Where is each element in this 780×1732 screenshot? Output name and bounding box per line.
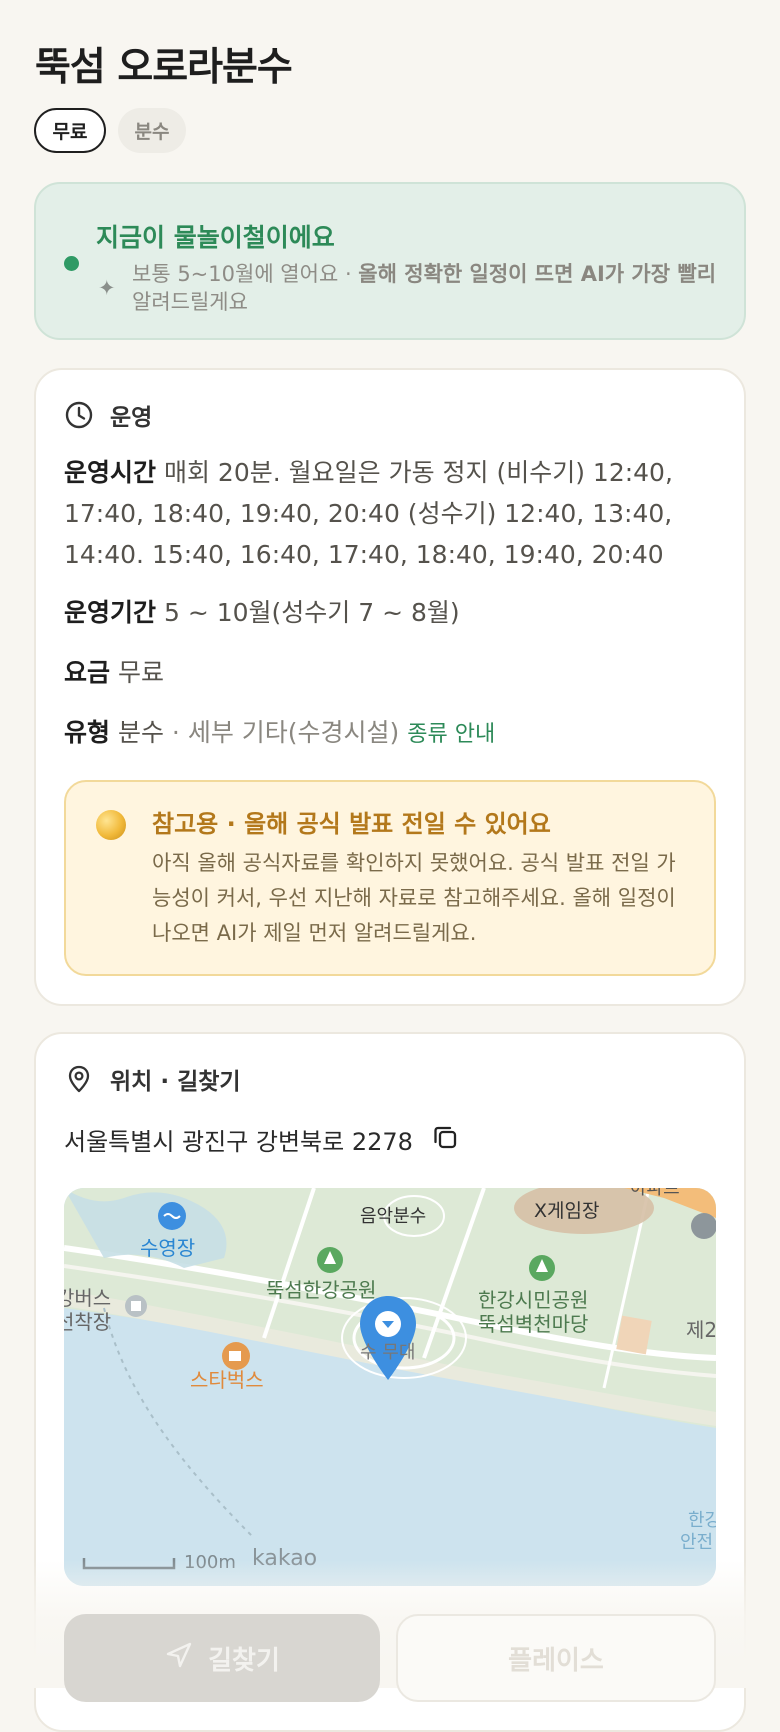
map-label-music-fountain: 음악분수 [360,1206,427,1227]
copy-icon[interactable] [431,1123,459,1157]
clock-icon [64,400,94,430]
season-desc-prefix: 보통 5~10월에 열어요 · [132,262,359,286]
address-row: 서울특별시 광진구 강변북로 2278 [64,1122,459,1157]
season-notice-card: 지금이 물놀이철이에요 ✦ 보통 5~10월에 열어요 · 올해 정확한 일정이… [34,182,746,340]
place-button[interactable]: 플레이스 [396,1614,716,1702]
map-label-bus-stop2: 선착장 [64,1310,112,1334]
map-label-top-right: 아파트 [630,1188,680,1199]
fee: 요금 무료 [64,652,720,693]
map-label-edge-bottom2: 안전 [680,1532,714,1553]
status-dot-icon [64,256,79,271]
operating-period: 운영기간 5 ~ 10월(성수기 7 ~ 8월) [64,592,720,633]
map-label-citizen-park2: 뚝섬벽천마당 [478,1312,589,1336]
address-text: 서울특별시 광진구 강변북로 2278 [64,1128,413,1156]
map-label-starbucks: 스타벅스 [190,1368,264,1392]
facility-type: 유형 분수 · 세부 기타(수경시설) 종류 안내 [64,712,720,755]
period-label: 운영기간 [64,598,157,627]
type-label: 유형 [64,718,111,747]
season-desc-bold: 올해 정확한 일정이 뜨면 AI가 가장 빨리 [358,262,717,286]
reference-notice-body: 아직 올해 공식자료를 확인하지 못했어요. 공식 발표 전일 가능성이 커서,… [152,851,676,945]
type-guide-link[interactable]: 종류 안내 [407,722,495,747]
map-label-edge-right: 제2 [686,1318,716,1342]
season-desc-suffix: 알려드릴게요 [132,290,248,314]
map-label-fountain-stage: 수 무대 [360,1342,416,1363]
place-label: 플레이스 [508,1645,604,1676]
location-pin-icon [64,1064,94,1094]
reference-notice-title: 참고용 · 올해 공식 발표 전일 수 있어요 [152,810,551,838]
navigation-arrow-icon [164,1640,194,1677]
fee-value: 무료 [117,658,164,687]
fee-label: 요금 [64,658,111,687]
map-view[interactable]: 수영장 음악분수 X게임장 뚝섬한강공원 한강시민공원 뚝섬벽천마당 강버스 선… [64,1188,716,1586]
map-label-park: 뚝섬한강공원 [266,1278,377,1302]
type-value: 분수 [117,718,164,747]
reference-notice: 참고용 · 올해 공식 발표 전일 수 있어요 아직 올해 공식자료를 확인하지… [64,780,716,976]
period-value: 5 ~ 10월(성수기 7 ~ 8월) [163,598,460,627]
location-heading: 위치 · 길찾기 [110,1069,241,1095]
operation-header: 운영 [64,398,152,432]
chip-free[interactable]: 무료 [34,108,106,153]
operating-hours: 운영시간 매회 20분. 월요일은 가동 정지 (비수기) 12:40, 17:… [64,452,720,575]
directions-button[interactable]: 길찾기 [64,1614,380,1702]
map-label-pool: 수영장 [140,1236,196,1260]
hours-value: 매회 20분. 월요일은 가동 정지 (비수기) 12:40, 17:40, 1… [64,458,673,569]
map-label-x-game: X게임장 [534,1200,600,1222]
type-detail: · 세부 기타(수경시설) [163,718,400,747]
season-notice-title: 지금이 물놀이철이에요 [96,223,335,252]
operation-heading: 운영 [110,405,153,431]
directions-label: 길찾기 [208,1645,280,1676]
operation-card: 운영 운영시간 매회 20분. 월요일은 가동 정지 (비수기) 12:40, … [34,368,746,1006]
season-notice-desc: 보통 5~10월에 열어요 · 올해 정확한 일정이 뜨면 AI가 가장 빨리알… [132,260,732,316]
page-title: 뚝섬 오로라분수 [35,45,293,90]
sparkle-icon: ✦ [98,276,116,300]
coin-icon [96,810,126,840]
hours-label: 운영시간 [64,458,157,487]
chip-fountain[interactable]: 분수 [118,108,186,153]
location-header: 위치 · 길찾기 [64,1062,241,1096]
